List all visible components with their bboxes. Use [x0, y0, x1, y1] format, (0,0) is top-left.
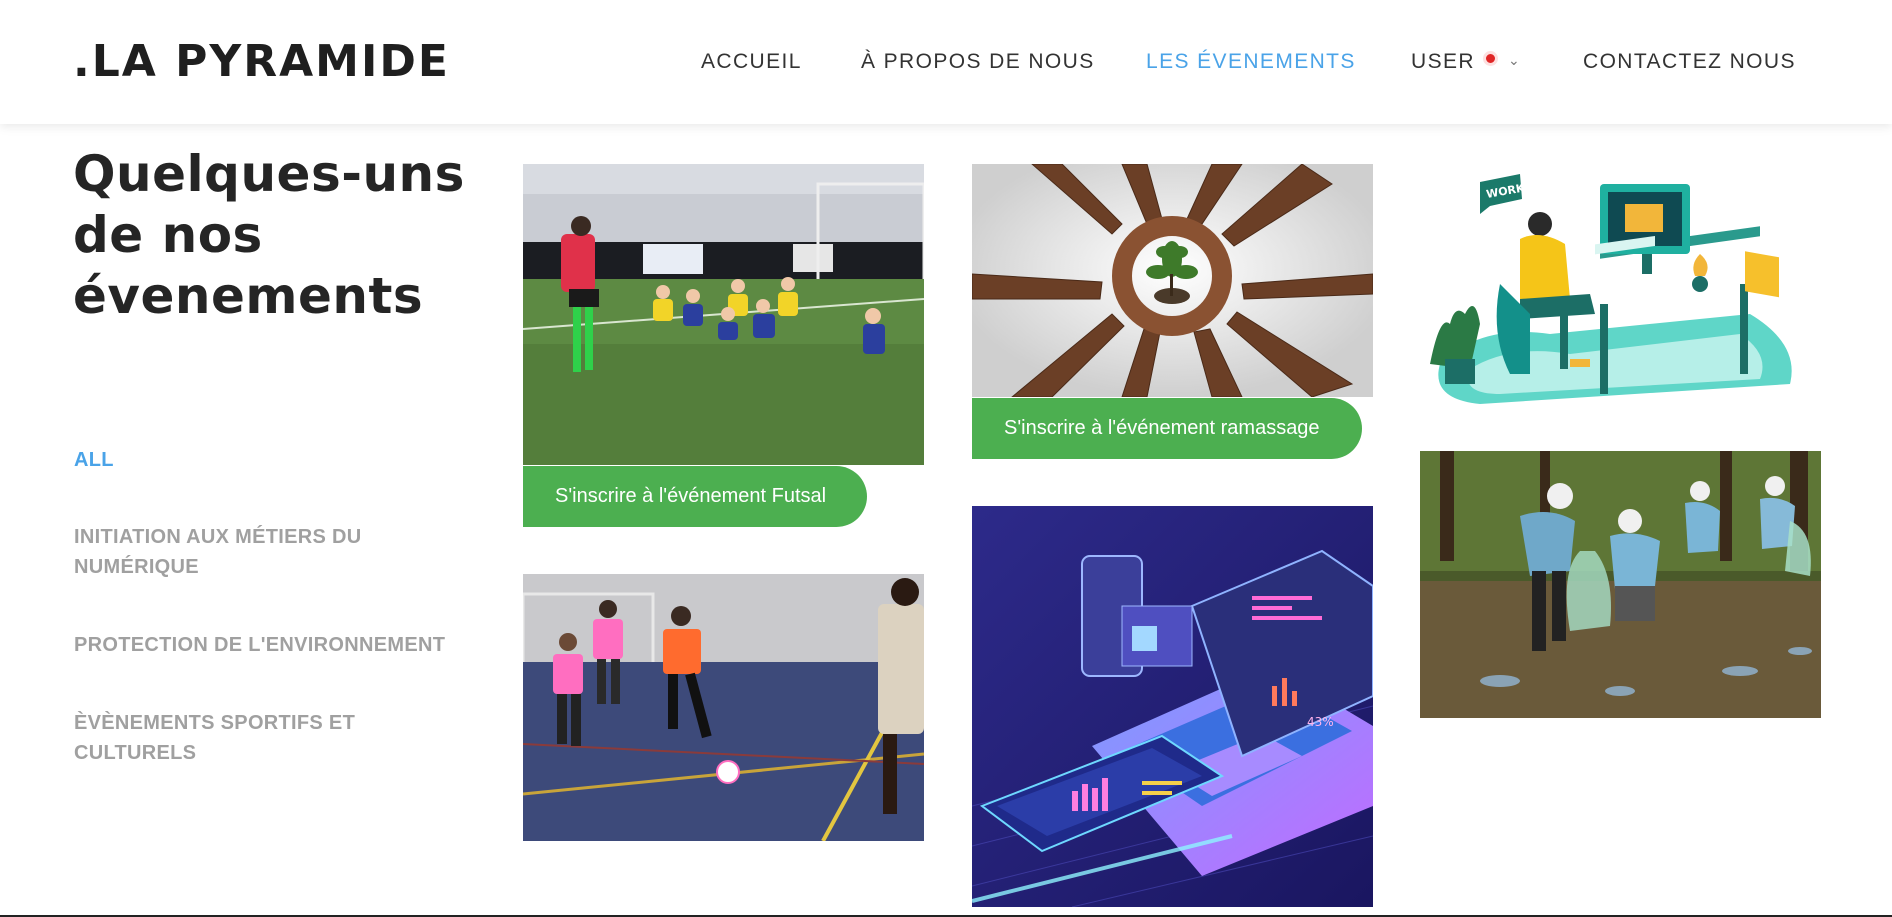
isometric-laptop-illustration[interactable]: 43%	[972, 506, 1373, 907]
futsal-match-photo[interactable]	[523, 574, 924, 841]
nav-item-a-propos[interactable]: À PROPOS DE NOUS	[861, 50, 1095, 74]
indoor-football-kids-photo[interactable]	[523, 164, 924, 465]
register-ramassage-button[interactable]: S'inscrire à l'événement ramassage	[972, 398, 1362, 459]
nav-item-contact[interactable]: CONTACTEZ NOUS	[1583, 50, 1796, 74]
nav-user-label: USER	[1411, 50, 1475, 73]
volunteers-litter-pickup-photo[interactable]	[1420, 451, 1821, 718]
filter-sportifs-culturels[interactable]: ÈVÈNEMENTS SPORTIFS ET CULTURELS	[74, 708, 474, 768]
filter-environnement[interactable]: PROTECTION DE L'ENVIRONNEMENT	[74, 630, 474, 660]
svg-text:43%: 43%	[1307, 715, 1334, 729]
register-futsal-button[interactable]: S'inscrire à l'événement Futsal	[523, 466, 867, 527]
filter-all[interactable]: ALL	[74, 445, 474, 475]
site-header: .LA PYRAMIDE ACCUEIL À PROPOS DE NOUS LE…	[0, 0, 1892, 124]
filter-numerique[interactable]: INITIATION AUX MÉTIERS DU NUMÉRIQUE	[74, 522, 404, 582]
nav-item-user[interactable]: USER ⌄	[1411, 50, 1521, 74]
chevron-down-icon: ⌄	[1507, 52, 1522, 68]
nav-item-evenements[interactable]: LES ÉVENEMENTS	[1146, 50, 1356, 74]
person-at-computer-illustration[interactable]: WORK	[1420, 164, 1821, 405]
hands-circle-plant-photo[interactable]	[972, 164, 1373, 397]
status-dot-icon	[1482, 51, 1498, 66]
nav-item-accueil[interactable]: ACCUEIL	[701, 50, 802, 74]
section-title: Quelques-uns de nos évenements	[73, 145, 465, 325]
main-nav: ACCUEIL À PROPOS DE NOUS LES ÉVENEMENTS …	[0, 50, 1892, 76]
